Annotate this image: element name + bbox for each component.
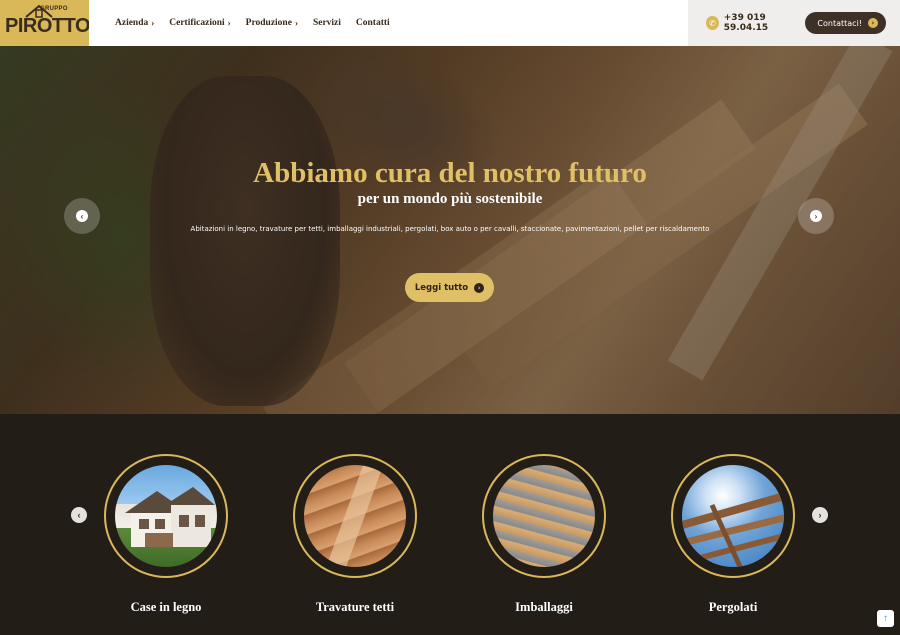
nav-item-label: Certificazioni <box>169 18 225 28</box>
main-nav: Azienda › Certificazioni › Produzione › … <box>89 0 688 46</box>
nav-item-azienda[interactable]: Azienda › <box>115 18 154 28</box>
category-image-frame <box>671 454 795 578</box>
nav-item-servizi[interactable]: Servizi <box>313 18 341 28</box>
nav-item-label: Azienda <box>115 18 149 28</box>
chevron-right-icon: › <box>151 18 155 28</box>
category-label: Case in legno <box>130 600 202 614</box>
hero-description: Abitazioni in legno, travature per tetti… <box>190 225 710 233</box>
category-image-frame <box>293 454 417 578</box>
category-image <box>682 465 784 567</box>
category-image <box>115 465 217 567</box>
category-label: Imballaggi <box>515 600 573 614</box>
nav-item-label: Servizi <box>312 18 341 28</box>
category-pergolati[interactable]: Pergolati <box>671 454 795 615</box>
logo-small-text: GRUPPO <box>40 6 68 12</box>
contact-button-label: Contattaci! <box>817 18 862 28</box>
logo[interactable]: GRUPPO PIROTTO <box>0 0 89 46</box>
house-illustration <box>125 487 215 547</box>
nav-item-label: Produzione <box>245 18 292 28</box>
site-header: GRUPPO PIROTTO Azienda › Certificazioni … <box>0 0 900 46</box>
category-label: Pergolati <box>708 600 758 614</box>
hero-subtitle: per un mondo più sostenibile <box>357 191 543 207</box>
nav-item-certificazioni[interactable]: Certificazioni › <box>169 18 230 28</box>
category-image-frame <box>482 454 606 578</box>
category-case-in-legno[interactable]: Case in legno <box>104 454 228 615</box>
nav-item-contatti[interactable]: Contatti <box>356 18 390 28</box>
chevron-right-icon: › <box>294 18 298 28</box>
phone-number: +39 019 59.04.15 <box>723 13 769 33</box>
read-more-label: Leggi tutto <box>414 282 469 293</box>
arrow-left-icon: ‹ <box>76 210 88 222</box>
contact-button[interactable]: Contattaci! › <box>805 12 886 34</box>
category-label: Travature tetti <box>315 600 395 614</box>
chevron-right-icon: › <box>227 18 231 28</box>
phone-link[interactable]: ✆ +39 019 59.04.15 <box>706 13 805 33</box>
header-contact-area: ✆ +39 019 59.04.15 Contattaci! › <box>688 0 900 46</box>
nav-item-label: Contatti <box>355 18 390 28</box>
arrow-right-icon: › <box>868 18 878 28</box>
pergola-illustration <box>682 491 784 567</box>
category-travature-tetti[interactable]: Travature tetti <box>293 454 417 615</box>
category-image-frame <box>104 454 228 578</box>
read-more-button[interactable]: Leggi tutto › <box>405 273 494 302</box>
category-image <box>304 465 406 567</box>
roof-beam-decoration <box>324 465 384 567</box>
categories-prev-button[interactable]: ‹ <box>71 507 87 523</box>
nav-item-produzione[interactable]: Produzione › <box>246 18 298 28</box>
arrow-right-icon: › <box>818 510 822 520</box>
arrow-right-icon: › <box>810 210 822 222</box>
categories-carousel: ‹ › Case in legno Travature tetti Imball… <box>0 414 900 635</box>
scroll-top-button[interactable]: ↑ <box>877 610 894 627</box>
arrow-left-icon: ‹ <box>77 510 81 520</box>
logo-main-text: PIROTTO <box>5 15 89 37</box>
category-imballaggi[interactable]: Imballaggi <box>482 454 606 615</box>
hero-title: Abbiamo cura del nostro futuro <box>253 157 647 189</box>
categories-next-button[interactable]: › <box>812 507 828 523</box>
category-image <box>493 465 595 567</box>
hero-slider: ‹ › Abbiamo cura del nostro futuro per u… <box>0 46 900 414</box>
arrow-right-icon: › <box>474 282 485 293</box>
phone-icon: ✆ <box>706 16 719 30</box>
arrow-up-icon: ↑ <box>883 613 888 624</box>
